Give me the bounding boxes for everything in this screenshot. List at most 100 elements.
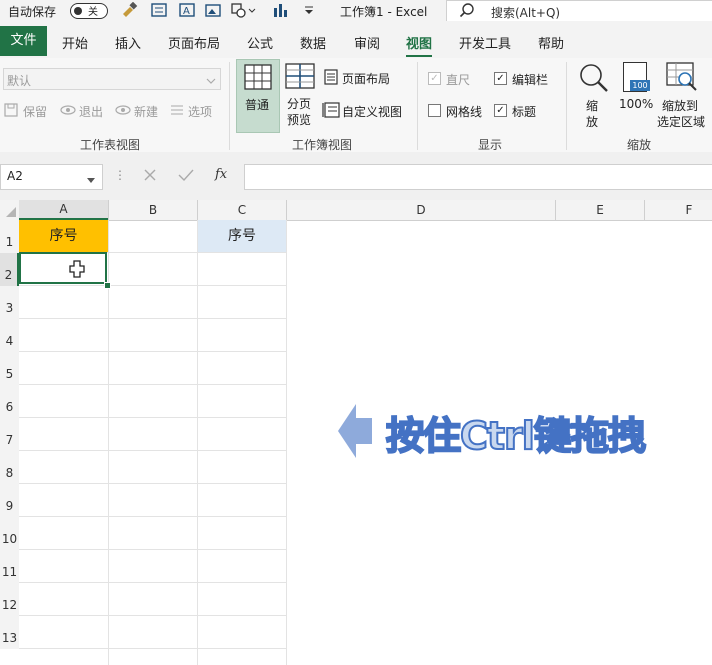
row-header-6[interactable]: 6 <box>0 385 19 418</box>
keep-view-button[interactable]: 保留 <box>4 102 54 120</box>
row-header-9[interactable]: 9 <box>0 484 19 517</box>
shapes-icon[interactable] <box>230 2 256 18</box>
zoom-label-2: 放 <box>586 115 599 129</box>
name-box[interactable]: A2 <box>0 164 103 190</box>
active-cell-a2[interactable] <box>19 252 107 284</box>
page-break-label-1: 分页 <box>287 97 312 111</box>
row-header-3[interactable]: 3 <box>0 286 19 319</box>
row-header-10[interactable]: 10 <box>0 517 19 550</box>
page-break-preview-button[interactable]: 分页 预览 <box>281 59 319 131</box>
column-header-c[interactable]: C <box>198 200 286 220</box>
zoom-label-1: 缩 <box>586 99 599 113</box>
row-gridline <box>19 450 287 451</box>
list-icon <box>170 104 184 119</box>
tab-developer[interactable]: 开发工具 <box>459 33 511 52</box>
form-icon[interactable] <box>150 2 168 18</box>
save-icon <box>4 103 18 120</box>
group-separator <box>566 62 567 150</box>
row-header-8[interactable]: 8 <box>0 451 19 484</box>
autosave-toggle-state: 关 <box>88 7 98 18</box>
tab-formulas[interactable]: 公式 <box>247 33 273 52</box>
row-gridline <box>19 285 287 286</box>
fill-handle[interactable] <box>104 282 111 289</box>
zoom-button[interactable]: 缩 放 <box>574 59 612 131</box>
zoom-100-label: 100% <box>619 97 654 111</box>
normal-view-label: 普通 <box>245 98 270 112</box>
new-view-label: 新建 <box>134 105 159 119</box>
picture-icon[interactable] <box>204 2 222 18</box>
custom-view-label: 自定义视图 <box>342 105 403 119</box>
custom-views-button[interactable]: 自定义视图 <box>322 100 412 120</box>
formula-bar-checkbox[interactable]: ✓ <box>494 72 507 85</box>
column-header-f[interactable]: F <box>645 200 712 220</box>
enter-icon[interactable] <box>178 168 194 185</box>
row-header-12[interactable]: 12 <box>0 583 19 616</box>
chevron-down-icon <box>206 74 216 88</box>
gridlines-checkbox[interactable] <box>428 104 441 117</box>
gridlines-label: 网格线 <box>446 105 483 119</box>
column-divider <box>108 200 109 220</box>
row-header-5[interactable]: 5 <box>0 352 19 385</box>
eye-plus-icon <box>115 104 131 119</box>
headings-checkbox[interactable]: ✓ <box>494 104 507 117</box>
view-options-label: 选项 <box>188 105 213 119</box>
tab-help[interactable]: 帮助 <box>538 33 564 52</box>
group-label-sheet-view: 工作表视图 <box>80 138 141 152</box>
row-gridline <box>19 615 287 616</box>
insert-function-icon[interactable]: fx <box>215 167 227 182</box>
zoom-selection-label-2: 选定区域 <box>657 115 706 129</box>
column-gridline <box>197 220 198 665</box>
select-all-corner[interactable] <box>0 200 19 220</box>
zoom-selection-icon <box>666 62 698 95</box>
zoom-selection-label-1: 缩放到 <box>662 99 699 113</box>
sheet-view-dropdown[interactable]: 默认 <box>3 68 221 90</box>
name-box-dropdown-icon[interactable] <box>87 173 95 187</box>
search-icon <box>459 2 475 21</box>
group-separator <box>229 62 230 150</box>
column-header-d[interactable]: D <box>287 200 555 220</box>
search-placeholder: 搜索(Alt+Q) <box>491 6 561 20</box>
tab-data[interactable]: 数据 <box>300 33 326 52</box>
more-icon[interactable]: ⋮ <box>114 168 126 182</box>
textbox-icon[interactable]: A <box>178 2 196 18</box>
exit-view-button[interactable]: 退出 <box>60 102 110 120</box>
search-box[interactable]: 搜索(Alt+Q) <box>446 0 712 21</box>
cancel-icon[interactable] <box>143 168 157 185</box>
normal-view-button[interactable]: 普通 <box>236 59 280 133</box>
view-options-button[interactable]: 选项 <box>170 102 220 120</box>
tab-review[interactable]: 审阅 <box>354 33 380 52</box>
group-label-workbook-views: 工作簿视图 <box>292 138 353 152</box>
row-header-7[interactable]: 7 <box>0 418 19 451</box>
tab-home[interactable]: 开始 <box>62 33 88 52</box>
cell-c1[interactable]: 序号 <box>198 220 286 252</box>
customize-qat-icon[interactable] <box>302 2 316 18</box>
zoom-100-button[interactable]: 100 100% <box>616 59 654 131</box>
row-header-13[interactable]: 13 <box>0 616 19 649</box>
cell-select-cursor-icon <box>69 260 85 281</box>
row-header-1[interactable]: 1 <box>0 220 19 253</box>
column-header-e[interactable]: E <box>556 200 644 220</box>
autosave-label: 自动保存 <box>8 5 57 19</box>
autosave-toggle[interactable]: 关 <box>70 3 108 19</box>
tab-insert[interactable]: 插入 <box>115 33 141 52</box>
tab-view[interactable]: 视图 <box>406 33 432 52</box>
row-header-2[interactable]: 2 <box>0 253 19 286</box>
tab-file[interactable]: 文件 <box>0 26 47 56</box>
column-header-a[interactable]: A <box>19 200 108 220</box>
formula-input[interactable] <box>244 164 712 190</box>
cell-a1[interactable]: 序号 <box>19 220 108 252</box>
column-header-b[interactable]: B <box>109 200 197 220</box>
formula-bar-label: 编辑栏 <box>512 73 549 87</box>
ruler-checkbox[interactable]: ✓ <box>428 72 441 85</box>
row-header-4[interactable]: 4 <box>0 319 19 352</box>
tab-page-layout[interactable]: 页面布局 <box>168 33 220 52</box>
page-layout-button[interactable]: 页面布局 <box>324 68 404 86</box>
zoom-to-selection-button[interactable]: 缩放到 选定区域 <box>656 59 710 131</box>
new-view-button[interactable]: 新建 <box>115 102 165 120</box>
row-gridline <box>19 483 287 484</box>
row-header-11[interactable]: 11 <box>0 550 19 583</box>
page-break-label-2: 预览 <box>287 113 312 127</box>
active-tab-indicator <box>406 55 432 57</box>
bar-chart-icon[interactable] <box>272 2 290 18</box>
format-painter-icon[interactable] <box>120 1 138 18</box>
